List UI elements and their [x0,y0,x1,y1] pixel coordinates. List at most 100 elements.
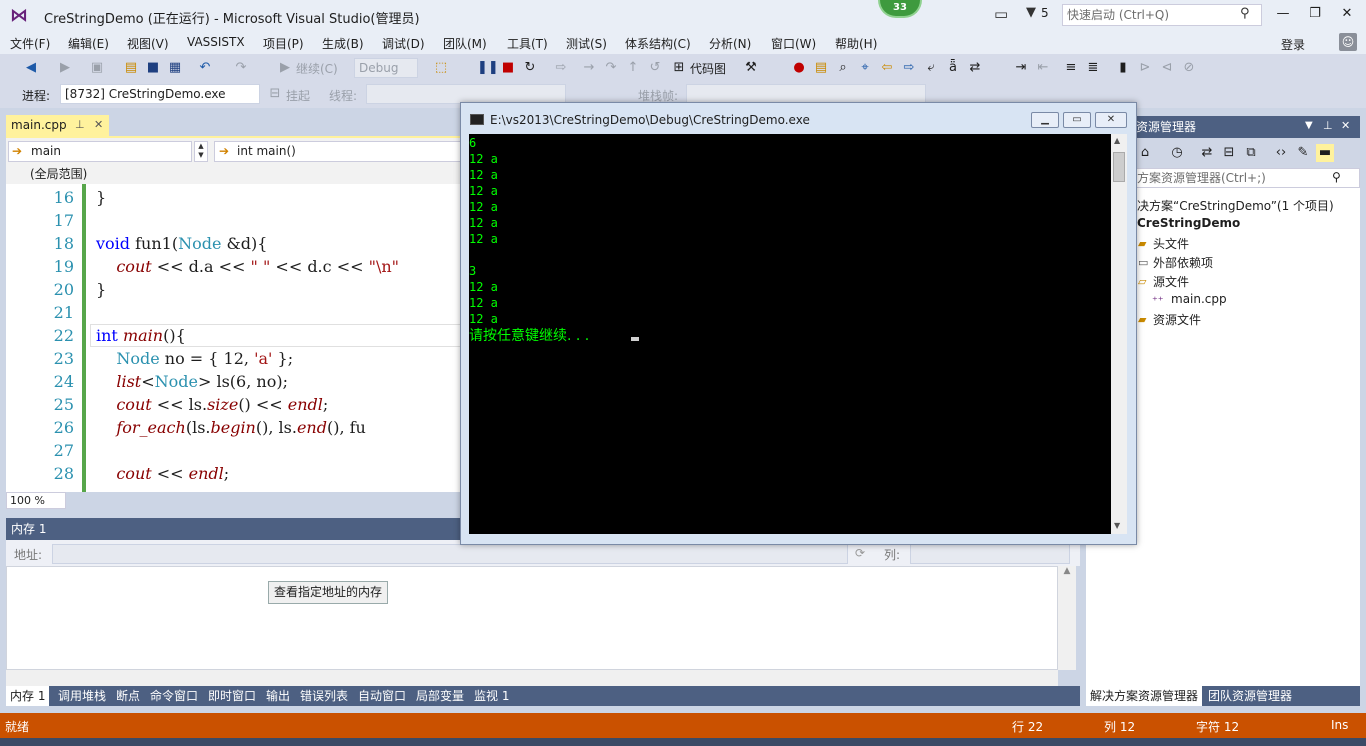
address-input[interactable] [52,544,848,564]
tree-item-header-files[interactable]: 头文件 [1153,235,1189,252]
notification-filter-icon[interactable]: ▼ [1026,5,1036,20]
uncomment-icon[interactable]: ≣ [1084,59,1102,77]
configuration-select[interactable]: Debug [354,58,418,78]
zoom-select[interactable]: 100 % [6,492,66,509]
next-bookmark-icon[interactable]: ⊲ [1158,59,1176,77]
user-avatar-icon[interactable]: ☺ [1339,33,1357,51]
bookmark-icon[interactable]: ▮ [1114,59,1132,77]
collapse-all-icon[interactable]: ⊟ [1220,144,1238,162]
tab-autos[interactable]: 自动窗口 [354,686,410,706]
code-editor[interactable]: 16} 17 18 void fun1(Node &d){ 19 cout << … [6,184,462,492]
find-icon[interactable]: ⬚ [432,59,450,77]
memory-view[interactable] [6,566,1058,670]
indent-icon[interactable]: ⇥ [1012,59,1030,77]
pin-icon[interactable]: ⊥ [1323,119,1333,132]
navigate-back-icon[interactable]: ⇦ [878,59,896,77]
column-select[interactable] [910,544,1070,564]
thread-icon[interactable]: ⚒ [742,59,760,77]
menu-tools[interactable]: 工具(T) [507,35,548,52]
close-button[interactable]: ✕ [1336,4,1358,24]
tree-item-external-dependencies[interactable]: 外部依赖项 [1153,254,1213,271]
tab-error-list[interactable]: 错误列表 [296,686,352,706]
feedback-icon[interactable]: ▭ [994,5,1008,23]
forward-icon[interactable]: ▶ [56,59,74,77]
scroll-down-icon[interactable]: ▼ [1114,521,1120,530]
memory-vertical-scrollbar[interactable]: ▲ [1058,566,1076,670]
restore-button[interactable]: ❐ [1304,4,1326,24]
suspend-icon[interactable]: ⊟ [266,85,284,103]
menu-vassistx[interactable]: VASSISTX [187,35,245,49]
close-tab-icon[interactable]: ✕ [94,118,103,131]
code-map-button[interactable]: 代码图 [690,60,726,77]
menu-window[interactable]: 窗口(W) [771,35,816,52]
sign-in-link[interactable]: 登录 [1281,36,1305,53]
tab-command-window[interactable]: 命令窗口 [146,686,202,706]
tab-solution-explorer[interactable]: 解决方案资源管理器 [1086,686,1203,706]
tree-item-resource-files[interactable]: 资源文件 [1153,311,1201,328]
tab-output[interactable]: 输出 [262,686,294,706]
tree-item-main-cpp[interactable]: main.cpp [1171,292,1227,306]
stop-icon[interactable]: ■ [499,59,517,77]
restart-icon[interactable]: ↻ [521,59,539,77]
prev-bookmark-icon[interactable]: ⊳ [1136,59,1154,77]
step-into-icon[interactable]: → [580,59,598,77]
console-minimize-button[interactable]: ▁ [1031,112,1059,128]
continue-icon[interactable]: ▶ [276,59,294,77]
view-memory-button[interactable]: 查看指定地址的内存 [268,581,388,604]
project-node[interactable]: CreStringDemo [1137,216,1240,230]
new-project-icon[interactable]: ▣ [88,59,106,77]
code-map-icon[interactable]: ⊞ [670,59,688,77]
menu-help[interactable]: 帮助(H) [835,35,877,52]
open-corresponding-icon[interactable]: ⇄ [966,59,984,77]
suspend-button[interactable]: 挂起 [286,87,310,104]
memory-horizontal-scrollbar[interactable] [6,670,1058,686]
clear-bookmarks-icon[interactable]: ⊘ [1180,59,1198,77]
tab-memory[interactable]: 内存 1 [6,686,50,706]
tab-team-explorer[interactable]: 团队资源管理器 [1204,686,1296,706]
search-icon[interactable]: ⚲ [1240,6,1250,21]
refactor-icon[interactable]: ⤶ [922,59,940,77]
pin-icon[interactable]: ⊥ [75,118,85,131]
nav-spinner[interactable]: ▲ ▼ [194,141,208,162]
save-icon[interactable]: ■ [144,59,162,77]
tree-item-source-files[interactable]: 源文件 [1153,273,1189,290]
tab-locals[interactable]: 局部变量 [412,686,468,706]
open-file-icon[interactable]: ▤ [122,59,140,77]
step-over-icon[interactable]: ↷ [602,59,620,77]
menu-view[interactable]: 视图(V) [127,35,169,52]
menu-architecture[interactable]: 体系结构(C) [625,35,691,52]
comment-icon[interactable]: ≡ [1062,59,1080,77]
console-close-button[interactable]: ✕ [1095,112,1127,128]
menu-test[interactable]: 测试(S) [566,35,607,52]
quick-launch-input[interactable]: 快速启动 (Ctrl+Q) [1062,4,1262,26]
menu-debug[interactable]: 调试(D) [382,35,425,52]
menu-edit[interactable]: 编辑(E) [68,35,109,52]
menu-team[interactable]: 团队(M) [443,35,487,52]
redo-icon[interactable]: ↷ [232,59,250,77]
step-out-icon[interactable]: ↑ [624,59,642,77]
tab-immediate-window[interactable]: 即时窗口 [204,686,260,706]
breakpoint-icon[interactable]: ● [790,59,808,77]
reevaluate-icon[interactable]: ⟳ [855,546,865,560]
tab-call-stack[interactable]: 调用堆栈 [54,686,110,706]
navigate-forward-icon[interactable]: ⇨ [900,59,918,77]
close-icon[interactable]: ✕ [1341,119,1350,132]
show-next-statement-icon[interactable]: ⇨ [552,59,570,77]
scroll-up-icon[interactable]: ▲ [1114,136,1120,145]
sync-icon[interactable]: ⇄ [1198,144,1216,162]
member-nav-select[interactable]: int main() [214,141,464,162]
spell-check-icon[interactable]: ǟ [944,59,962,77]
continue-button[interactable]: 继续(C) [296,60,338,77]
menu-analyze[interactable]: 分析(N) [709,35,751,52]
save-all-icon[interactable]: ▦ [166,59,184,77]
minimize-button[interactable]: — [1272,4,1294,24]
properties-icon[interactable]: ✎ [1294,144,1312,162]
reload-icon[interactable]: ↺ [646,59,664,77]
history-icon[interactable]: ◷ [1168,144,1186,162]
console-scroll-thumb[interactable] [1113,152,1125,182]
function-nav-select[interactable]: main [8,141,192,162]
find-symbol-icon[interactable]: ⌖ [856,59,874,77]
pause-icon[interactable]: ❚❚ [477,59,499,77]
process-select[interactable]: [8732] CreStringDemo.exe [60,84,260,104]
show-all-files-icon[interactable]: ⧉ [1242,144,1260,162]
